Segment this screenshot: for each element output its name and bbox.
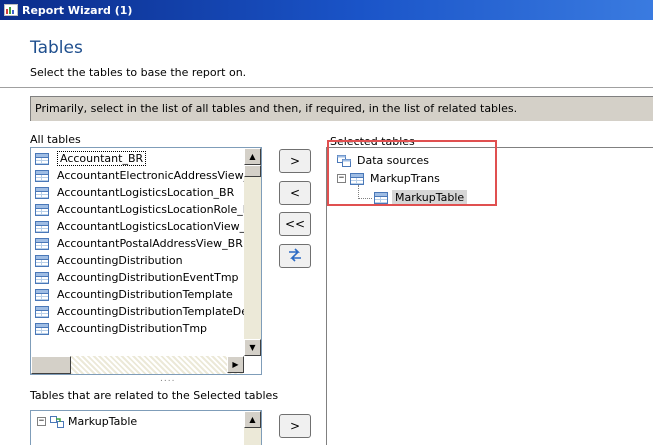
scroll-up-button[interactable]: ▲	[244, 148, 261, 165]
page-subtitle: Select the tables to base the report on.	[30, 66, 247, 79]
annotation-highlight-box	[327, 140, 497, 206]
table-list-item[interactable]: AccountantPostalAddressView_BR	[31, 235, 261, 252]
table-icon	[35, 322, 49, 335]
table-list-item[interactable]: AccountingDistributionEventTmp	[31, 269, 261, 286]
table-icon	[35, 271, 49, 284]
table-name: AccountantElectronicAddressView_	[57, 169, 250, 182]
table-name: AccountingDistributionTemplateDet	[57, 305, 253, 318]
page-title: Tables	[30, 38, 83, 58]
table-name: AccountingDistributionTemplate	[57, 288, 233, 301]
related-label-markuptable: MarkupTable	[68, 415, 138, 428]
scroll-up-button[interactable]: ▲	[244, 411, 261, 428]
header-divider	[0, 87, 653, 88]
table-icon	[35, 203, 49, 216]
table-name: AccountantLogisticsLocationView_E	[57, 220, 253, 233]
table-list-item[interactable]: AccountingDistributionTemplateDet	[31, 303, 261, 320]
table-name: AccountantLogisticsLocationRole_E	[57, 203, 250, 216]
collapse-toggle-icon[interactable]: −	[37, 417, 46, 426]
add-related-button[interactable]: >	[279, 414, 311, 438]
table-icon	[35, 305, 49, 318]
instruction-bar: Primarily, select in the list of all tab…	[30, 96, 653, 121]
table-list-item[interactable]: AccountantLogisticsLocation_BR	[31, 184, 261, 201]
window-title: Report Wizard (1)	[22, 3, 133, 17]
table-name: Accountant_BR	[57, 151, 147, 166]
table-name: AccountingDistributionTmp	[57, 322, 208, 335]
related-tables-tree[interactable]: − MarkupTable ▲	[30, 410, 262, 445]
remove-table-button[interactable]: <	[279, 181, 311, 205]
scroll-thumb[interactable]	[244, 165, 261, 177]
add-table-button[interactable]: >	[279, 149, 311, 173]
table-icon	[35, 152, 49, 165]
table-icon	[35, 288, 49, 301]
relation-icon	[50, 415, 64, 428]
all-tables-label: All tables	[30, 133, 81, 146]
hscroll-thumb[interactable]	[31, 356, 71, 374]
table-list-item[interactable]: AccountingDistributionTmp	[31, 320, 261, 337]
scroll-right-button[interactable]: ▶	[227, 356, 244, 373]
all-tables-hscroll[interactable]: ▶	[31, 356, 244, 374]
table-list-item[interactable]: AccountingDistributionTemplate	[31, 286, 261, 303]
related-tables-label: Tables that are related to the Selected …	[30, 389, 279, 402]
refresh-relations-button[interactable]	[279, 244, 311, 268]
table-name: AccountantLogisticsLocation_BR	[57, 186, 235, 199]
table-icon	[35, 254, 49, 267]
all-tables-list[interactable]: Accountant_BR AccountantElectronicAddress…	[30, 147, 262, 375]
table-name: AccountingDistributionEventTmp	[57, 271, 239, 284]
table-list-item[interactable]: AccountingDistribution	[31, 252, 261, 269]
report-wizard-icon	[4, 3, 18, 17]
scroll-down-button[interactable]: ▼	[244, 339, 261, 356]
table-icon	[35, 186, 49, 199]
table-list-item[interactable]: AccountantLogisticsLocationView_E	[31, 218, 261, 235]
all-tables-vscroll[interactable]: ▲ ▼	[244, 148, 261, 356]
table-list-item[interactable]: AccountantElectronicAddressView_	[31, 167, 261, 184]
table-icon	[35, 220, 49, 233]
related-vscroll[interactable]: ▲	[244, 411, 261, 445]
splitter-grip[interactable]: ....	[160, 374, 175, 384]
related-item-markuptable[interactable]: − MarkupTable	[37, 415, 137, 428]
remove-all-button[interactable]: <<	[279, 212, 311, 236]
table-icon	[35, 237, 49, 250]
window-title-bar: Report Wizard (1)	[0, 0, 653, 20]
table-list-item[interactable]: Accountant_BR	[31, 150, 261, 167]
table-name: AccountantPostalAddressView_BR	[57, 237, 243, 250]
swap-arrows-icon	[287, 247, 303, 265]
table-name: AccountingDistribution	[57, 254, 183, 267]
table-icon	[35, 169, 49, 182]
table-list-item[interactable]: AccountantLogisticsLocationRole_E	[31, 201, 261, 218]
